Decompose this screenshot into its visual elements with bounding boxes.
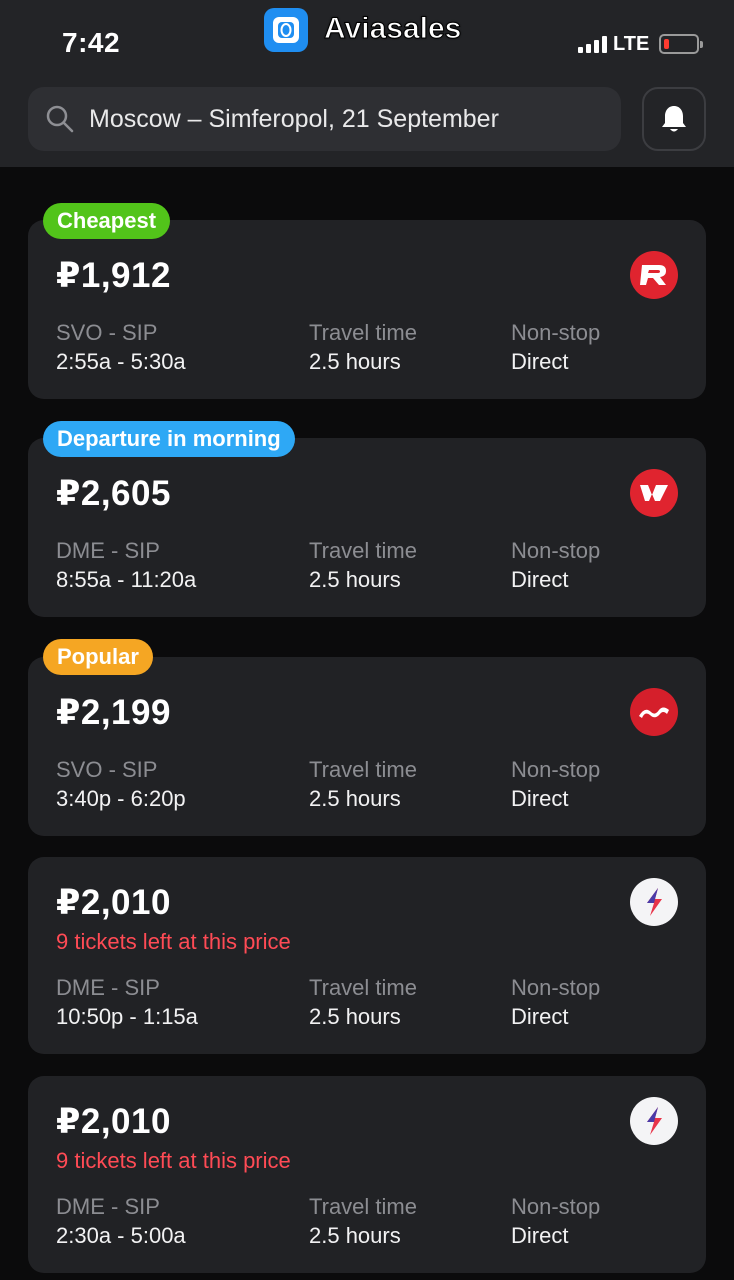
- tickets-left-warning: 9 tickets left at this price: [56, 1148, 291, 1173]
- nordwind-logo-icon: [630, 688, 678, 736]
- route-column: DME - SIP 2:30a - 5:00a: [56, 1194, 186, 1249]
- flight-card[interactable]: ₽2,010 9 tickets left at this price DME …: [28, 1076, 706, 1273]
- route-codes: SVO - SIP: [56, 757, 158, 782]
- travel-time-value: 2.5 hours: [309, 1223, 401, 1248]
- route-column: SVO - SIP 3:40p - 6:20p: [56, 757, 186, 812]
- travel-time-column: Travel time 2.5 hours: [309, 538, 417, 593]
- travel-time-label: Travel time: [309, 975, 417, 1000]
- travel-time-label: Travel time: [309, 320, 417, 345]
- flight-price: ₽1,912: [56, 256, 171, 295]
- aviasales-app-icon: [264, 8, 308, 52]
- flight-price: ₽2,010: [56, 1102, 171, 1141]
- bell-icon: [662, 106, 686, 132]
- status-indicators: LTE: [578, 32, 704, 55]
- morning-departure-badge: Departure in morning: [43, 421, 295, 457]
- stops-label: Non-stop: [511, 757, 601, 782]
- flight-card[interactable]: ₽1,912 SVO - SIP 2:55a - 5:30a Travel ti…: [28, 220, 706, 399]
- flight-times: 2:55a - 5:30a: [56, 349, 186, 374]
- stops-value: Direct: [511, 1223, 569, 1248]
- route-column: DME - SIP 10:50p - 1:15a: [56, 975, 198, 1030]
- search-query: Moscow – Simferopol, 21 September: [89, 104, 499, 133]
- travel-time-column: Travel time 2.5 hours: [309, 975, 417, 1030]
- flight-price: ₽2,605: [56, 474, 171, 513]
- network-type: LTE: [613, 32, 650, 55]
- stops-label: Non-stop: [511, 1194, 601, 1219]
- flight-price: ₽2,010: [56, 883, 171, 922]
- route-codes: DME - SIP: [56, 538, 160, 563]
- tickets-left-warning: 9 tickets left at this price: [56, 929, 291, 954]
- route-codes: SVO - SIP: [56, 320, 158, 345]
- route-column: SVO - SIP 2:55a - 5:30a: [56, 320, 186, 375]
- app-name: Aviasales: [323, 12, 462, 46]
- flight-times: 8:55a - 11:20a: [56, 567, 197, 592]
- search-field[interactable]: Moscow – Simferopol, 21 September: [28, 87, 621, 151]
- stops-value: Direct: [511, 349, 569, 374]
- travel-time-value: 2.5 hours: [309, 786, 401, 811]
- travel-time-value: 2.5 hours: [309, 349, 401, 374]
- notifications-button[interactable]: [642, 87, 706, 151]
- red-wings-logo-icon: [630, 469, 678, 517]
- flight-card[interactable]: ₽2,605 DME - SIP 8:55a - 11:20a Travel t…: [28, 438, 706, 617]
- stops-column: Non-stop Direct: [511, 538, 600, 593]
- travel-time-column: Travel time 2.5 hours: [309, 757, 417, 812]
- stops-label: Non-stop: [511, 538, 601, 563]
- flight-times: 10:50p - 1:15a: [56, 1004, 198, 1029]
- route-codes: DME - SIP: [56, 975, 160, 1000]
- stops-value: Direct: [511, 567, 569, 592]
- battery-icon: [659, 34, 704, 54]
- travel-time-label: Travel time: [309, 1194, 417, 1219]
- travel-time-label: Travel time: [309, 538, 417, 563]
- travel-time-value: 2.5 hours: [309, 1004, 401, 1029]
- flight-card[interactable]: ₽2,199 SVO - SIP 3:40p - 6:20p Travel ti…: [28, 657, 706, 836]
- stops-value: Direct: [511, 1004, 569, 1029]
- stops-column: Non-stop Direct: [511, 975, 600, 1030]
- stops-column: Non-stop Direct: [511, 757, 600, 812]
- top-bar: 7:42 Aviasales LTE Moscow – Simferopol, …: [0, 0, 734, 167]
- flight-price: ₽2,199: [56, 693, 171, 732]
- search-icon: [46, 105, 74, 133]
- flight-times: 2:30a - 5:00a: [56, 1223, 186, 1248]
- travel-time-label: Travel time: [309, 757, 417, 782]
- route-column: DME - SIP 8:55a - 11:20a: [56, 538, 196, 593]
- flight-card[interactable]: ₽2,010 9 tickets left at this price DME …: [28, 857, 706, 1054]
- travel-time-column: Travel time 2.5 hours: [309, 320, 417, 375]
- stops-value: Direct: [511, 786, 569, 811]
- rossiya-logo-icon: [630, 251, 678, 299]
- status-time: 7:42: [62, 27, 121, 58]
- smartavia-logo-icon: [630, 1097, 678, 1145]
- route-codes: DME - SIP: [56, 1194, 160, 1219]
- popular-badge: Popular: [43, 639, 153, 675]
- stops-label: Non-stop: [511, 320, 601, 345]
- stops-column: Non-stop Direct: [511, 320, 600, 375]
- signal-icon: [578, 35, 607, 53]
- stops-label: Non-stop: [511, 975, 601, 1000]
- travel-time-column: Travel time 2.5 hours: [309, 1194, 417, 1249]
- flight-times: 3:40p - 6:20p: [56, 786, 186, 811]
- travel-time-value: 2.5 hours: [309, 567, 401, 592]
- smartavia-logo-icon: [630, 878, 678, 926]
- stops-column: Non-stop Direct: [511, 1194, 600, 1249]
- cheapest-badge: Cheapest: [43, 203, 171, 239]
